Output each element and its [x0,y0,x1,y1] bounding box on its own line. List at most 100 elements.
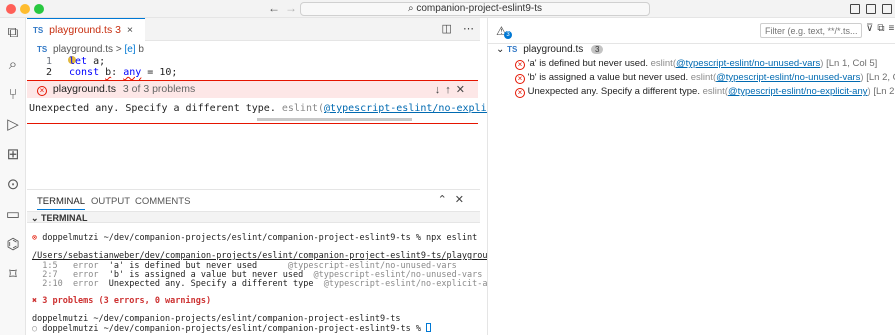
problems-panel: ⚠ 3 ⊽⧉≡ ⌄ TS playground.ts 3 × 'a' is de… [487,18,895,335]
filter-input[interactable] [760,23,862,38]
forward-arrow-icon[interactable]: → [285,1,297,15]
terminal-rule: @typescript-eslint/no-explicit-any [323,279,498,289]
terminal-section-header[interactable]: ⌄ TERMINAL [27,211,480,223]
line-number: 1 [45,56,52,67]
split-editor-icon[interactable]: ◫ [442,23,452,35]
run-debug-icon[interactable]: ▷ [4,116,22,134]
breadcrumb-file[interactable]: playground.ts [53,44,113,55]
problems-file-name: playground.ts [523,44,584,55]
problem-location: [Ln 2, Col 7] [866,72,895,83]
tab-comments[interactable]: COMMENTS [135,196,190,207]
problem-item[interactable]: × Unexpected any. Specify a different ty… [515,86,895,98]
rule-link[interactable]: @typescript-eslint/no-unused-vars [716,72,860,83]
peek-summary: 3 of 3 problems [122,83,196,95]
peek-file: playground.ts [52,83,116,95]
bottom-panel: TERMINAL OUTPUT COMMENTS ⌃✕ ⌄ TERMINAL ⊗… [27,189,513,335]
problem-source: eslint( [650,58,676,69]
command-center-search[interactable]: ⌕ companion-project-eslint9-ts [300,2,650,16]
close-icon[interactable]: × [127,24,133,36]
toggle-secondary-sidebar-icon[interactable] [882,4,892,14]
back-arrow-icon[interactable]: ← [268,1,280,15]
horizontal-scrollbar[interactable] [257,118,412,121]
tab-terminal[interactable]: TERMINAL [37,196,86,210]
panel-tab-bar: TERMINAL OUTPUT COMMENTS ⌃✕ [27,190,480,210]
problem-source: eslint( [690,72,717,83]
copy-icon[interactable]: ⧉ [877,23,888,34]
code-text: a; [87,56,106,67]
folder-icon[interactable]: ▭ [4,206,22,224]
keyword: const [69,67,100,78]
filter-actions: ⊽⧉≡ [866,23,895,34]
peek-actions: ↓↑✕ [435,83,470,96]
type-annotation: any [123,67,142,78]
terminal-line: doppelmutzi ~/dev/companion-projects/esl… [42,233,478,243]
source-control-icon[interactable]: ⑂ [4,86,22,104]
problem-count-badge: 3 [504,31,512,39]
activity-bar: ⧉ ⌕ ⑂ ▷ ⊞ ⊙ ▭ ⌬ ⌑ [0,18,26,335]
problem-location: [Ln 2, Col 10] [873,86,895,97]
filter-icon[interactable]: ⊽ [866,23,877,34]
more-actions-icon[interactable]: ⋯ [463,23,474,35]
chevron-down-icon: ⌄ [496,44,508,55]
toggle-panel-icon[interactable] [866,4,876,14]
problem-message: Unexpected any. Specify a different type… [29,103,276,114]
zoom-window-button[interactable] [34,4,44,14]
rule-link[interactable]: @typescript-eslint/no-explicit-any [728,86,868,97]
next-problem-icon[interactable]: ↓ [435,84,446,96]
terminal-msg: Unexpected any. Specify a different type [108,279,324,289]
editor-group: TS playground.ts 3 × ◫ ⋯ TS playground.t… [27,18,535,188]
extensions-icon[interactable]: ⊞ [4,146,22,164]
problem-item[interactable]: × 'a' is defined but never used. eslint(… [515,58,877,70]
problems-file-group[interactable]: ⌄ TS playground.ts 3 [496,44,604,55]
terminal-line: doppelmutzi ~/dev/companion-projects/esl… [42,324,427,334]
close-icon[interactable]: ✕ [455,194,472,206]
previous-problem-icon[interactable]: ↑ [445,84,456,96]
chevron-down-icon: ⌄ [31,213,42,223]
rule-link[interactable]: @typescript-eslint/no-unused-vars [676,58,820,69]
prompt-circle-icon: ○ [32,324,38,334]
search-icon[interactable]: ⌕ [4,56,22,74]
close-icon[interactable]: ✕ [456,84,470,96]
keyword: let [69,56,88,67]
title-bar: ← → ⌕ companion-project-eslint9-ts [0,0,895,18]
typescript-file-icon: TS [37,45,48,54]
bookmark-icon[interactable]: ⌑ [4,266,22,284]
explorer-icon[interactable]: ⧉ [4,24,22,42]
problem-message: 'b' is assigned a value but never used. [527,72,689,83]
terminal-line: /Users/sebastianweber/dev/companion-proj… [32,251,514,261]
tab-output[interactable]: OUTPUT [91,196,130,207]
remote-icon[interactable]: ⊙ [4,176,22,194]
breadcrumb-symbol[interactable]: b [138,44,144,55]
problem-location: [Ln 1, Col 5] [826,58,878,69]
minimize-window-button[interactable] [20,4,30,14]
command-center-label: companion-project-eslint9-ts [416,3,542,14]
problem-message: 'a' is defined but never used. [527,58,648,69]
problem-item[interactable]: × 'b' is assigned a value but never used… [515,72,895,84]
line-number: 2 [45,67,52,78]
terminal-section-title: TERMINAL [41,213,88,223]
variable-symbol-icon: [e] [124,44,136,55]
error-dot-icon: ⊗ [32,233,38,243]
problems-file-count: 3 [591,45,604,54]
tab-title: playground.ts [49,24,113,36]
peek-problem-widget: × playground.ts 3 of 3 problems ↓↑✕ Unex… [27,80,535,124]
error-icon: × [515,88,525,98]
typescript-file-icon: TS [507,45,518,54]
panel-actions: ⌃✕ [438,193,472,206]
docker-icon[interactable]: ⌬ [4,236,22,254]
problem-source: eslint( [281,103,325,114]
close-window-button[interactable] [6,4,16,14]
typescript-file-icon: TS [33,26,44,35]
error-icon: × [515,60,525,70]
problem-source-end: ) [860,72,864,83]
peek-header: × playground.ts 3 of 3 problems ↓↑✕ [27,81,478,98]
problem-source: eslint( [702,86,728,97]
code-text: = 10; [141,67,178,78]
editor-tab-bar: TS playground.ts 3 × ◫ ⋯ [27,18,480,41]
toggle-sidebar-icon[interactable] [850,4,860,14]
editor-actions: ◫ ⋯ [442,22,474,35]
view-as-list-icon[interactable]: ≡ [888,23,895,34]
maximize-panel-icon[interactable]: ⌃ [438,194,455,206]
terminal-loc: 2:10 error [32,279,109,289]
tab-playground-ts[interactable]: TS playground.ts 3 × [27,18,145,41]
